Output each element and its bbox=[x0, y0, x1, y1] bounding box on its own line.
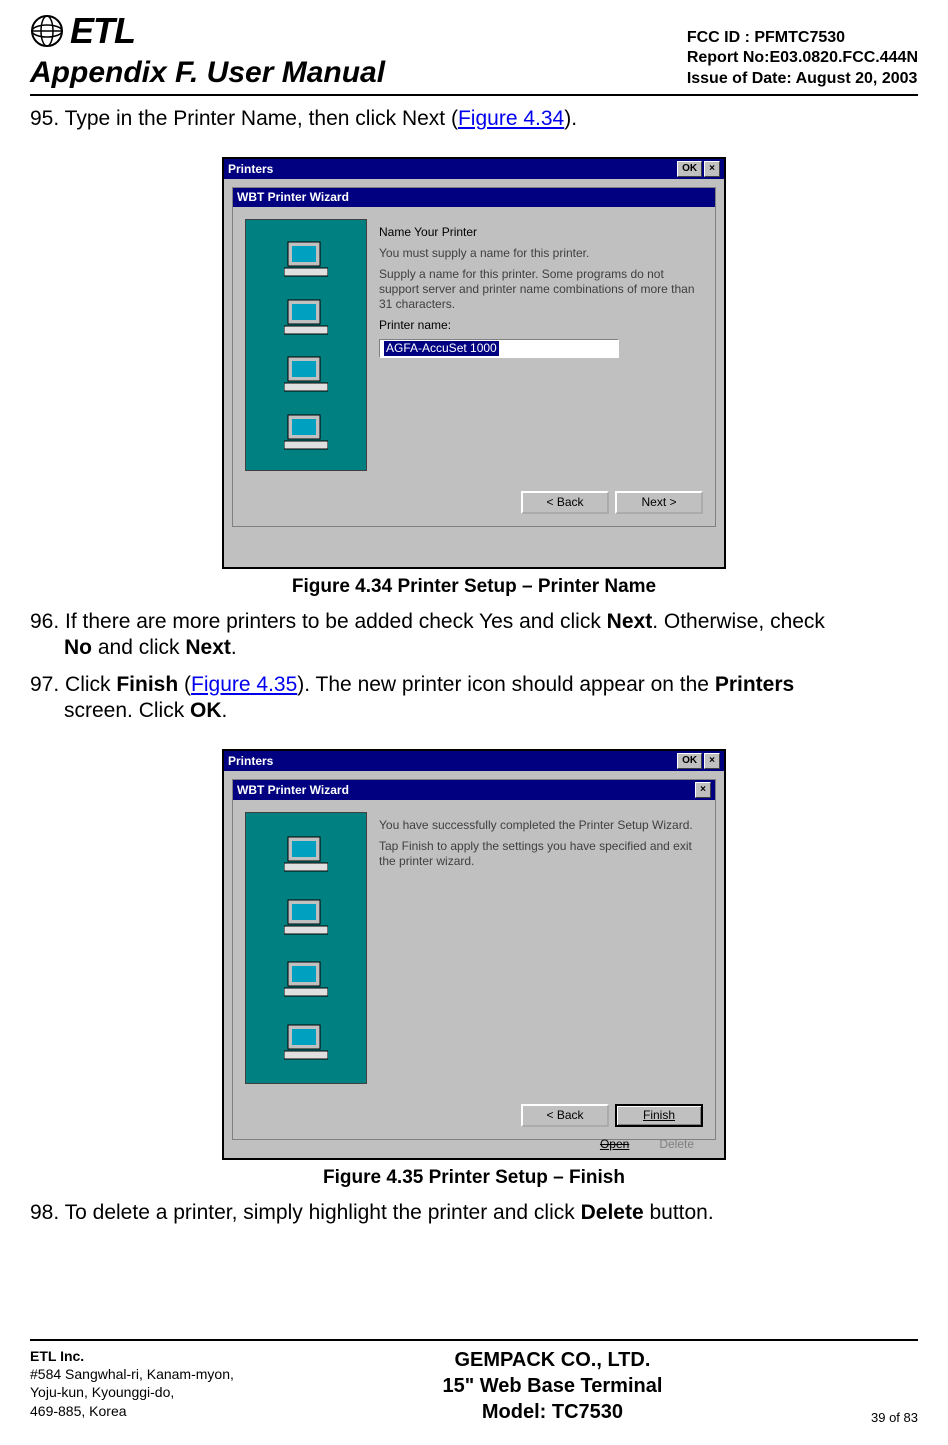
footer-center3: Model: TC7530 bbox=[442, 1399, 662, 1425]
footer-center2: 15" Web Base Terminal bbox=[442, 1373, 662, 1399]
footer-addr1: #584 Sangwhal-ri, Kanam-myon, bbox=[30, 1365, 234, 1383]
finish-line1: You have successfully completed the Prin… bbox=[379, 818, 703, 833]
step-97: 97. Click Finish (Figure 4.35). The new … bbox=[30, 672, 918, 725]
step-95-end: ). bbox=[564, 107, 577, 130]
wizard-title-bar-2: WBT Printer Wizard × bbox=[233, 780, 715, 800]
back-button-2[interactable]: < Back bbox=[521, 1104, 609, 1127]
figure-4-34: Printers OK × WBT Printer Wizard bbox=[30, 157, 918, 599]
step-96-next2: Next bbox=[185, 636, 231, 659]
step-95-text: 95. Type in the Printer Name, then click… bbox=[30, 107, 458, 130]
step-97-mid3: screen. Click bbox=[64, 699, 190, 722]
step-98: 98. To delete a printer, simply highligh… bbox=[30, 1200, 918, 1226]
outer-title-bar: Printers OK × bbox=[224, 159, 724, 179]
wizard-heading: Name Your Printer bbox=[379, 225, 703, 240]
wizard-line1: You must supply a name for this printer. bbox=[379, 246, 703, 261]
wizard-side-graphic bbox=[245, 219, 367, 471]
step-98-end: button. bbox=[644, 1201, 714, 1224]
figure-4-35-link[interactable]: Figure 4.35 bbox=[191, 673, 297, 696]
step-96-no: No bbox=[64, 636, 92, 659]
logo: ETL bbox=[30, 10, 385, 52]
open-button[interactable]: Open bbox=[600, 1137, 629, 1152]
next-button[interactable]: Next > bbox=[615, 491, 703, 514]
page-header: ETL Appendix F. User Manual FCC ID : PFM… bbox=[30, 10, 918, 96]
footer-center: GEMPACK CO., LTD. 15" Web Base Terminal … bbox=[442, 1347, 662, 1425]
printer-name-value: AGFA-AccuSet 1000 bbox=[384, 341, 499, 356]
footer-addr3: 469-885, Korea bbox=[30, 1402, 234, 1420]
wizard-close-icon[interactable]: × bbox=[695, 782, 711, 798]
step-97-mid2: ). The new printer icon should appear on… bbox=[297, 673, 715, 696]
computer-icon bbox=[284, 835, 328, 873]
computer-icon bbox=[284, 240, 328, 278]
step-96-pre: 96. If there are more printers to be add… bbox=[30, 610, 607, 633]
printer-name-input[interactable]: AGFA-AccuSet 1000 bbox=[379, 339, 619, 358]
step-97-finish: Finish bbox=[116, 673, 178, 696]
wizard-line2: Supply a name for this printer. Some pro… bbox=[379, 267, 703, 312]
ok-button-2[interactable]: OK bbox=[677, 753, 702, 769]
step-95: 95. Type in the Printer Name, then click… bbox=[30, 106, 918, 132]
wizard-title-2: WBT Printer Wizard bbox=[237, 783, 349, 798]
step-96-end: . bbox=[231, 636, 237, 659]
screenshot-finish: Printers OK × WBT Printer Wizard × bbox=[222, 749, 726, 1160]
step-96-next1: Next bbox=[607, 610, 653, 633]
figure-4-34-link[interactable]: Figure 4.34 bbox=[458, 107, 564, 130]
footer-addr2: Yoju-kun, Kyounggi-do, bbox=[30, 1383, 234, 1401]
step-96-mid2: and click bbox=[92, 636, 185, 659]
page-number: 39 of 83 bbox=[871, 1410, 918, 1425]
ok-button[interactable]: OK bbox=[677, 161, 702, 177]
outer-window-title: Printers bbox=[228, 162, 273, 177]
printer-name-label: Printer name: bbox=[379, 318, 703, 333]
finish-line2: Tap Finish to apply the settings you hav… bbox=[379, 839, 703, 869]
fcc-id: FCC ID : PFMTC7530 bbox=[687, 28, 918, 49]
page-footer: ETL Inc. #584 Sangwhal-ri, Kanam-myon, Y… bbox=[30, 1339, 918, 1425]
screenshot-printer-name: Printers OK × WBT Printer Wizard bbox=[222, 157, 726, 569]
wizard-text-area: Name Your Printer You must supply a name… bbox=[379, 219, 703, 471]
appendix-title: Appendix F. User Manual bbox=[30, 56, 385, 90]
step-97-ok: OK bbox=[190, 699, 222, 722]
computer-icon bbox=[284, 298, 328, 336]
outer-title-bar-2: Printers OK × bbox=[224, 751, 724, 771]
close-icon-2[interactable]: × bbox=[704, 753, 720, 769]
delete-button[interactable]: Delete bbox=[659, 1137, 694, 1152]
computer-icon bbox=[284, 960, 328, 998]
wizard-title-bar: WBT Printer Wizard bbox=[233, 188, 715, 207]
close-icon[interactable]: × bbox=[704, 161, 720, 177]
footer-center1: GEMPACK CO., LTD. bbox=[442, 1347, 662, 1373]
wizard-side-graphic-2 bbox=[245, 812, 367, 1084]
step-96: 96. If there are more printers to be add… bbox=[30, 609, 918, 662]
figure-4-35: Printers OK × WBT Printer Wizard × bbox=[30, 749, 918, 1190]
step-98-pre: 98. To delete a printer, simply highligh… bbox=[30, 1201, 581, 1224]
wizard-title: WBT Printer Wizard bbox=[237, 190, 349, 205]
step-97-printers: Printers bbox=[715, 673, 794, 696]
issue-date: Issue of Date: August 20, 2003 bbox=[687, 69, 918, 90]
computer-icon bbox=[284, 413, 328, 451]
computer-icon bbox=[284, 355, 328, 393]
step-97-end: . bbox=[222, 699, 228, 722]
header-left: ETL Appendix F. User Manual bbox=[30, 10, 385, 90]
logo-text: ETL bbox=[70, 10, 135, 52]
step-96-mid: . Otherwise, check bbox=[652, 610, 825, 633]
header-right: FCC ID : PFMTC7530 Report No:E03.0820.FC… bbox=[687, 28, 918, 90]
footer-left: ETL Inc. #584 Sangwhal-ri, Kanam-myon, Y… bbox=[30, 1347, 234, 1420]
figure-4-35-caption: Figure 4.35 Printer Setup – Finish bbox=[30, 1166, 918, 1190]
computer-icon bbox=[284, 898, 328, 936]
outer-window-title-2: Printers bbox=[228, 754, 273, 769]
globe-icon bbox=[30, 14, 64, 48]
report-no: Report No:E03.0820.FCC.444N bbox=[687, 48, 918, 69]
step-97-pre: 97. Click bbox=[30, 673, 116, 696]
step-98-delete: Delete bbox=[581, 1201, 644, 1224]
computer-icon bbox=[284, 1023, 328, 1061]
content: 95. Type in the Printer Name, then click… bbox=[30, 106, 918, 1226]
finish-button[interactable]: Finish bbox=[615, 1104, 703, 1127]
figure-4-34-caption: Figure 4.34 Printer Setup – Printer Name bbox=[30, 575, 918, 599]
wizard-text-area-2: You have successfully completed the Prin… bbox=[379, 812, 703, 1084]
footer-company: ETL Inc. bbox=[30, 1347, 234, 1365]
under-buttons: Open Delete bbox=[600, 1137, 694, 1152]
step-97-mid: ( bbox=[178, 673, 191, 696]
back-button[interactable]: < Back bbox=[521, 491, 609, 514]
